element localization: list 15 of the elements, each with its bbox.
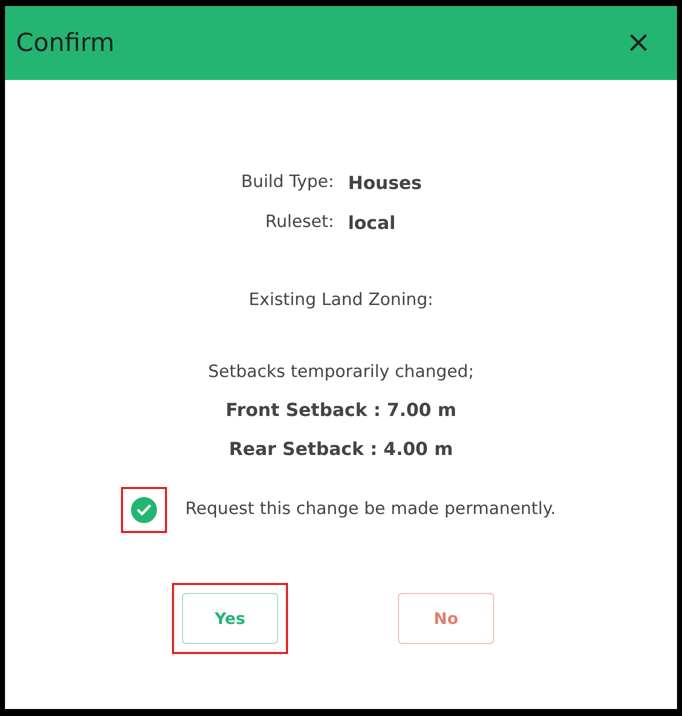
detail-label: Build Type: [240, 171, 334, 194]
checkbox-label: Request this change be made permanently. [185, 498, 556, 522]
detail-value: local [348, 212, 397, 236]
check-icon [137, 504, 152, 516]
zoning-label: Existing Land Zoning: [248, 289, 434, 312]
checkbox[interactable] [131, 497, 158, 523]
setback-value: Rear Setback : 4.00 m [229, 438, 453, 462]
detail-label: Ruleset: [264, 211, 334, 234]
close-button[interactable]: × [626, 28, 651, 58]
setback-value: Front Setback : 7.00 m [226, 399, 456, 423]
yes-button[interactable]: Yes [182, 593, 278, 644]
setbacks-intro: Setbacks temporarily changed; [208, 360, 474, 384]
detail-value: Houses [348, 172, 423, 196]
no-button[interactable]: No [398, 593, 494, 644]
dialog-title: Confirm [16, 27, 115, 60]
